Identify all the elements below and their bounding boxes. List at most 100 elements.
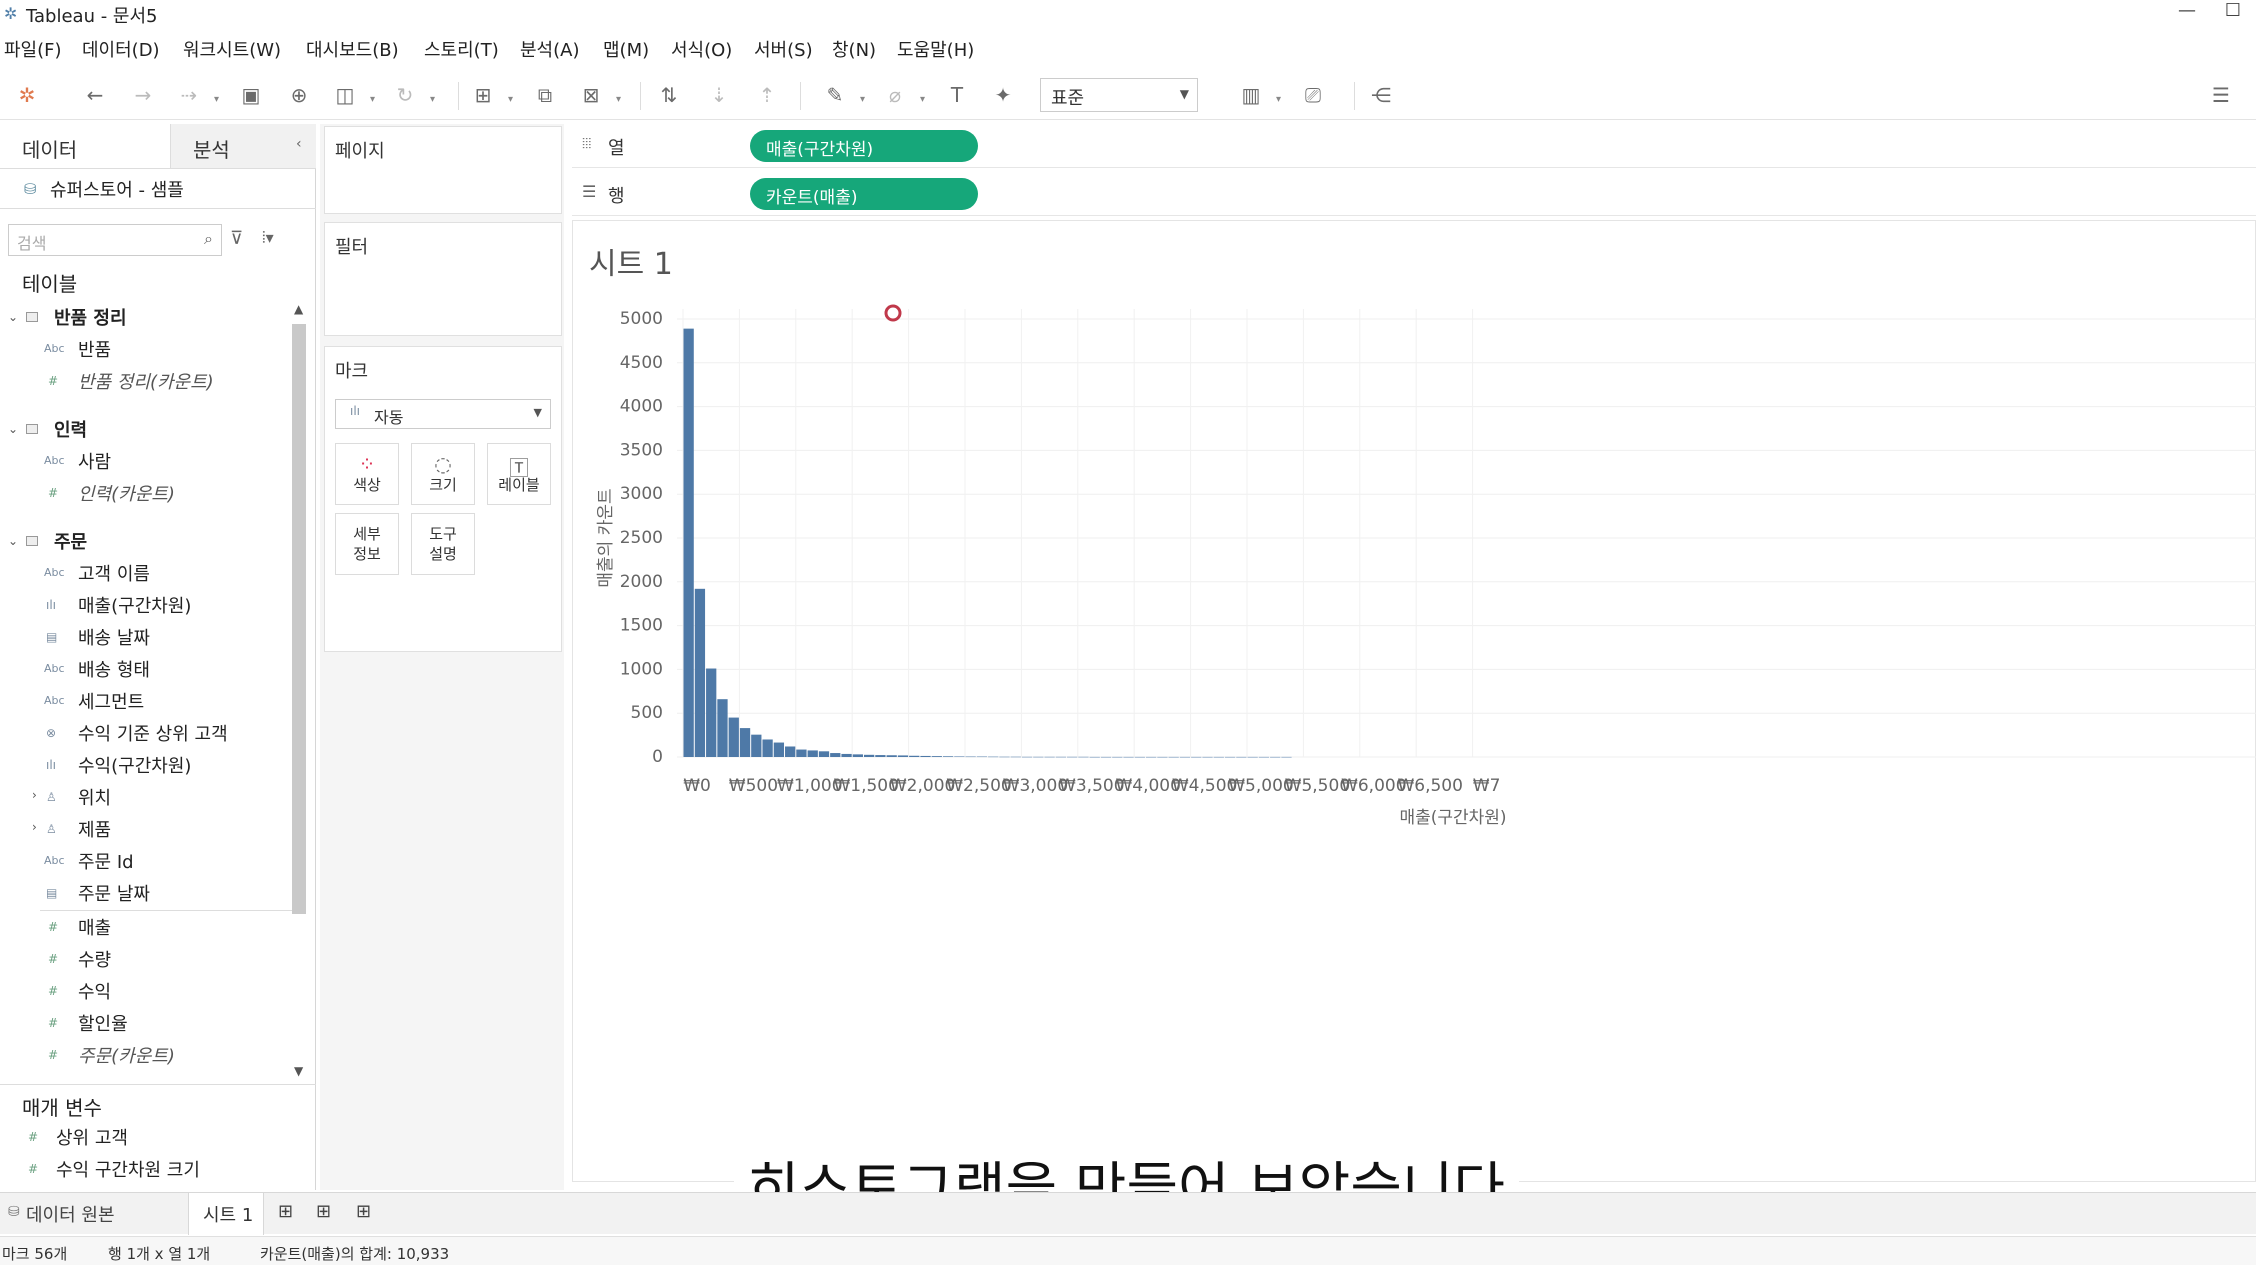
color-button[interactable]: ⁘ 색상 — [335, 443, 399, 505]
histogram-bar — [1258, 756, 1270, 758]
swap-icon[interactable]: ⇅ — [654, 80, 684, 110]
filter-icon[interactable]: ⊽ — [230, 228, 243, 249]
highlight-icon[interactable]: ✎ — [820, 80, 850, 110]
show-labels-icon[interactable]: T — [942, 80, 972, 110]
group-returns[interactable]: 반품 정리 — [54, 304, 127, 330]
menu-data[interactable]: 데이터(D) — [82, 36, 160, 62]
chevron-right-icon[interactable]: › — [32, 788, 37, 802]
duplicate-icon[interactable]: ⧉ — [530, 80, 560, 110]
tab-analysis[interactable]: 분석 — [170, 124, 316, 168]
refresh-icon[interactable]: ↻ — [390, 80, 420, 110]
collapse-pane-icon[interactable]: ‹ — [296, 136, 302, 152]
field-profit[interactable]: 수익 — [78, 978, 111, 1004]
field-discount[interactable]: 할인율 — [78, 1010, 128, 1036]
field-orders-count[interactable]: 주문(카운트) — [78, 1042, 175, 1068]
datasource-name[interactable]: 슈퍼스토어 - 샘플 — [50, 176, 184, 202]
fix-axes-icon[interactable]: ✦ — [988, 80, 1018, 110]
new-dashboard-icon[interactable]: ⊞ — [316, 1201, 331, 1222]
field-segment[interactable]: 세그먼트 — [78, 688, 144, 714]
field-order-id[interactable]: 주문 Id — [78, 848, 134, 874]
field-ship-mode[interactable]: 배송 형태 — [78, 656, 150, 682]
menu-file[interactable]: 파일(F) — [4, 36, 62, 62]
field-sales-bin[interactable]: 매출(구간차원) — [78, 592, 191, 618]
sort-desc-icon[interactable]: ⇡ — [752, 80, 782, 110]
new-story-icon[interactable]: ⊞ — [356, 1201, 371, 1222]
view-options-icon[interactable]: ⦙▾ — [262, 228, 274, 248]
scroll-down-icon[interactable]: ▼ — [294, 1064, 303, 1078]
table-icon — [26, 536, 38, 546]
chevron-down-icon[interactable]: ⌄ — [8, 534, 18, 548]
scroll-up-icon[interactable]: ▲ — [294, 302, 303, 316]
menu-format[interactable]: 서식(O) — [671, 36, 732, 62]
show-me-icon[interactable]: ☰ — [2206, 80, 2236, 110]
field-people-count[interactable]: 인력(카운트) — [78, 480, 175, 506]
pause-updates-icon[interactable]: ◫ — [330, 80, 360, 110]
histogram-bar — [1134, 756, 1145, 758]
histogram-bar — [1033, 756, 1044, 758]
field-ship-date[interactable]: 배송 날짜 — [78, 624, 150, 650]
data-pane-scrollbar[interactable] — [292, 324, 306, 914]
field-person[interactable]: 사람 — [78, 448, 111, 474]
menu-map[interactable]: 맵(M) — [603, 36, 649, 62]
chevron-down-icon[interactable]: ⌄ — [8, 422, 18, 436]
rows-shelf[interactable]: ☰ 행 카운트(매출) — [572, 172, 2256, 216]
group-orders[interactable]: 주문 — [54, 528, 87, 554]
field-profit-bin[interactable]: 수익(구간차원) — [78, 752, 191, 778]
field-customer-name[interactable]: 고객 이름 — [78, 560, 150, 586]
tab-analysis-label: 분석 — [193, 138, 230, 162]
show-cards-icon[interactable]: ▥ — [1236, 80, 1266, 110]
rows-pill[interactable]: 카운트(매출) — [750, 178, 978, 210]
param-profit-bin-size[interactable]: 수익 구간차원 크기 — [56, 1156, 200, 1182]
columns-shelf[interactable]: ⦙⦙⦙ 열 매출(구간차원) — [572, 124, 2256, 168]
columns-pill[interactable]: 매출(구간차원) — [750, 130, 978, 162]
new-worksheet-icon[interactable]: ⊞ — [278, 1201, 293, 1222]
field-order-date[interactable]: 주문 날짜 — [78, 880, 150, 906]
mark-type-select[interactable]: ılı 자동 ▼ — [335, 399, 551, 429]
field-sales[interactable]: 매출 — [78, 914, 111, 940]
new-worksheet-icon[interactable]: ⊞ — [468, 80, 498, 110]
redo-icon[interactable]: → — [128, 80, 158, 110]
menu-analysis[interactable]: 분석(A) — [520, 36, 579, 62]
minimize-icon[interactable]: — — [2164, 0, 2210, 21]
field-top-customers[interactable]: 수익 기준 상위 고객 — [78, 720, 228, 746]
chevron-down-icon[interactable]: ⌄ — [8, 310, 18, 324]
menu-server[interactable]: 서버(S) — [754, 36, 813, 62]
save-icon[interactable]: ▣ — [236, 80, 266, 110]
chevron-right-icon[interactable]: › — [32, 820, 37, 834]
menu-help[interactable]: 도움말(H) — [897, 36, 974, 62]
filters-card[interactable]: 필터 — [324, 222, 562, 336]
share-icon[interactable]: ⋲ — [1366, 80, 1396, 110]
param-top-customers[interactable]: 상위 고객 — [56, 1124, 128, 1150]
presentation-icon[interactable]: ⎚ — [1298, 80, 1328, 110]
tab-datasource[interactable]: 데이터 원본 — [26, 1201, 115, 1227]
sort-asc-icon[interactable]: ⇣ — [704, 80, 734, 110]
tooltip-button[interactable]: 도구 설명 — [411, 513, 475, 575]
field-returns[interactable]: 반품 — [78, 336, 111, 362]
tableau-icon[interactable]: ✲ — [12, 80, 42, 110]
group-icon[interactable]: ⌀ — [880, 80, 910, 110]
undo-icon[interactable]: ← — [80, 80, 110, 110]
group-people[interactable]: 인력 — [54, 416, 87, 442]
clear-sheet-icon[interactable]: ⊠ — [576, 80, 606, 110]
search-input[interactable]: 검색 ⌕ — [8, 224, 222, 256]
histogram-bar — [1236, 756, 1247, 758]
menu-dashboard[interactable]: 대시보드(B) — [306, 36, 399, 62]
pages-card[interactable]: 페이지 — [324, 126, 562, 214]
field-location[interactable]: 위치 — [78, 784, 111, 810]
label-button[interactable]: 🅃 레이블 — [487, 443, 551, 505]
new-datasource-icon[interactable]: ⊕ — [284, 80, 314, 110]
menu-worksheet[interactable]: 워크시트(W) — [183, 36, 281, 62]
menu-story[interactable]: 스토리(T) — [424, 36, 499, 62]
fit-select[interactable]: 표준 ▼ — [1040, 78, 1198, 112]
field-returns-count[interactable]: 반품 정리(카운트) — [78, 368, 214, 394]
histogram-bar — [739, 728, 751, 757]
menu-window[interactable]: 창(N) — [832, 36, 876, 62]
detail-button[interactable]: 세부 정보 — [335, 513, 399, 575]
tab-sheet1[interactable]: 시트 1 — [188, 1193, 264, 1235]
field-product[interactable]: 제품 — [78, 816, 111, 842]
size-button[interactable]: ◌ 크기 — [411, 443, 475, 505]
replay-icon[interactable]: ⇢ — [174, 80, 204, 110]
tab-data[interactable]: 데이터 — [0, 124, 170, 168]
field-quantity[interactable]: 수량 — [78, 946, 111, 972]
maximize-icon[interactable]: ☐ — [2210, 0, 2256, 21]
